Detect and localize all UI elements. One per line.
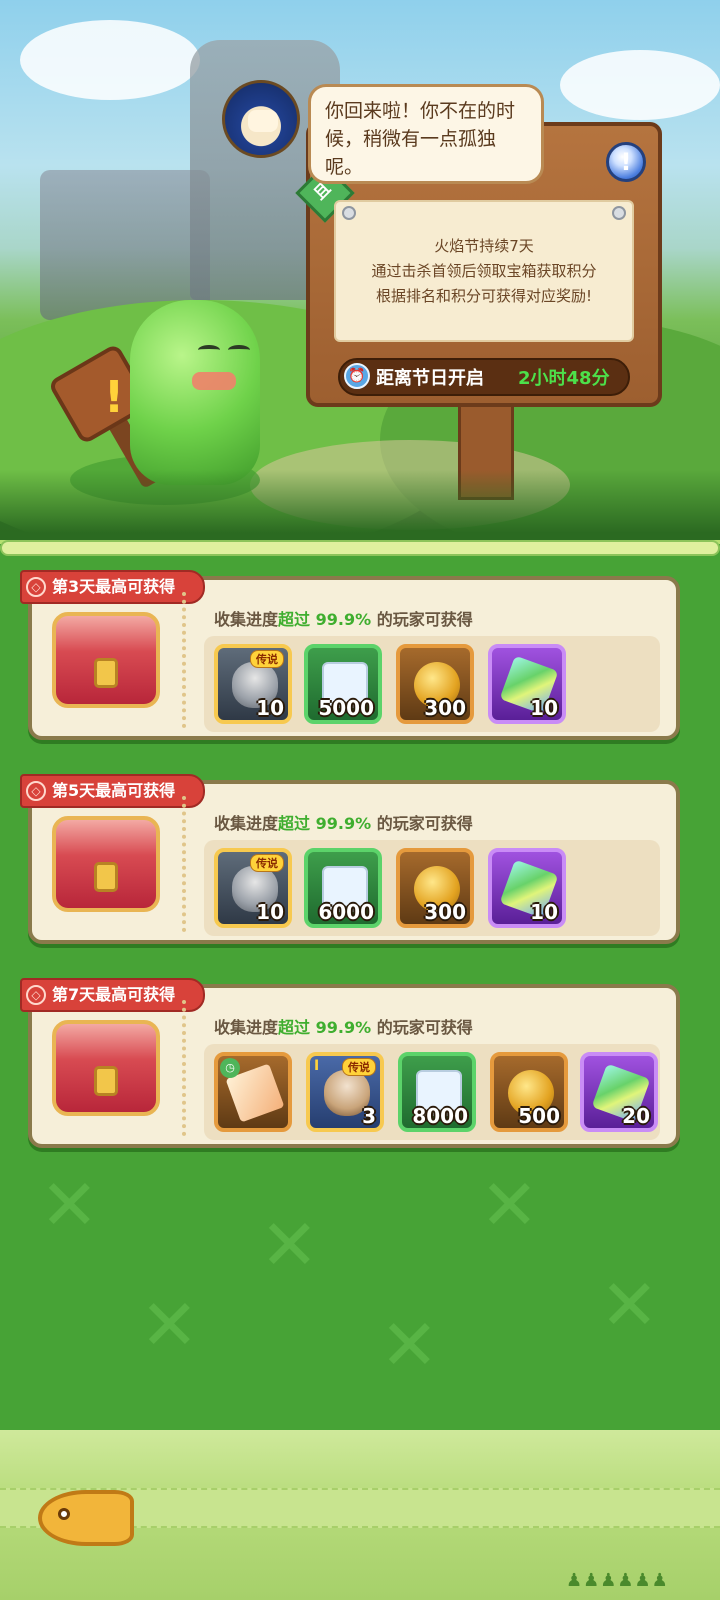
card-divider — [182, 1000, 186, 1136]
item-count: 20 — [622, 1104, 650, 1128]
ruins-background — [40, 170, 210, 320]
reward-item-scroll[interactable]: 8000 — [398, 1052, 476, 1132]
slime-mascot — [130, 300, 260, 485]
leaf-pattern: ✕ — [140, 1284, 199, 1366]
progress-prefix: 收集进度 — [214, 1018, 279, 1037]
legendary-tag: 传说 — [342, 1058, 376, 1076]
reward-item-hero-shard[interactable]: 传说 10 — [214, 644, 292, 724]
item-count: 500 — [518, 1104, 560, 1128]
event-description-line: 通过击杀首领后领取宝箱获取积分 — [371, 262, 597, 280]
progress-suffix: 的玩家可获得 — [376, 814, 473, 833]
reward-ribbon: 第5天最高可获得 — [20, 774, 205, 808]
progress-value: 99.9% — [315, 1018, 372, 1037]
pin-icon — [342, 206, 356, 220]
reward-item-coins[interactable]: 300 — [396, 848, 474, 928]
reward-item-gem[interactable]: 20 — [580, 1052, 658, 1132]
rank-badge: I — [314, 1058, 320, 1074]
event-description-line: 根据排名和积分可获得对应奖励! — [375, 287, 592, 305]
card-divider — [182, 592, 186, 728]
alarm-clock-icon: ⏰ — [344, 363, 370, 389]
reward-item-scroll[interactable]: 5000 — [304, 644, 382, 724]
info-button[interactable]: ! — [606, 142, 646, 182]
progress-highlight: 超过 — [278, 610, 311, 629]
legendary-tag: 传说 — [250, 854, 284, 872]
leaf-pattern: ✕ — [600, 1264, 659, 1346]
exclamation-icon: ! — [620, 148, 632, 176]
clock-icon: ◷ — [220, 1058, 240, 1078]
cloud — [560, 50, 720, 120]
npc-face — [248, 110, 278, 132]
reward-item-hero-shard[interactable]: 传说 10 — [214, 848, 292, 928]
reward-item-gem[interactable]: 10 — [488, 644, 566, 724]
chest-lock-icon — [94, 658, 118, 688]
progress-text: 收集进度超过 99.9% 的玩家可获得 — [214, 606, 473, 630]
progress-prefix: 收集进度 — [214, 814, 279, 833]
progress-text: 收集进度超过 99.9% 的玩家可获得 — [214, 1014, 473, 1038]
slime-eye — [228, 345, 250, 355]
leaf-pattern: ✕ — [480, 1164, 539, 1246]
reward-item-gem[interactable]: 10 — [488, 848, 566, 928]
reward-item-coins[interactable]: 500 — [490, 1052, 568, 1132]
pin-icon — [612, 206, 626, 220]
reward-ribbon: 第3天最高可获得 — [20, 570, 205, 604]
festival-scene: ! 且 ! 火焰节持续7天 通过击杀首领后领取宝箱获取积分 根据排名和积分可获得… — [0, 0, 720, 552]
cloud — [20, 20, 200, 100]
slime-eye — [198, 345, 220, 355]
reward-item-ticket[interactable]: ◷ — [214, 1052, 292, 1132]
event-description-line: 火焰节持续7天 — [434, 237, 534, 255]
progress-highlight: 超过 — [278, 814, 311, 833]
ribbon-icon: ◇ — [26, 985, 46, 1005]
card-divider — [182, 796, 186, 932]
leaf-pattern: ✕ — [40, 1164, 99, 1246]
item-count: 6000 — [318, 900, 374, 924]
progress-suffix: 的玩家可获得 — [376, 610, 473, 629]
chest-lock-icon — [94, 862, 118, 892]
item-count: 300 — [424, 900, 466, 924]
reward-item-hero[interactable]: I 传说 3 — [306, 1052, 384, 1132]
runner-silhouettes: ♟♟♟♟♟♟ — [566, 1570, 669, 1591]
progress-suffix: 的玩家可获得 — [376, 1018, 473, 1037]
progress-value: 99.9% — [315, 610, 372, 629]
reward-ribbon: 第7天最高可获得 — [20, 978, 205, 1012]
ribbon-icon: ◇ — [26, 577, 46, 597]
event-description-paper: 火焰节持续7天 通过击杀首领后领取宝箱获取积分 根据排名和积分可获得对应奖励! — [334, 200, 634, 342]
item-count: 300 — [424, 696, 466, 720]
progress-value: 99.9% — [315, 814, 372, 833]
item-count: 10 — [530, 900, 558, 924]
reward-item-scroll[interactable]: 6000 — [304, 848, 382, 928]
item-count: 5000 — [318, 696, 374, 720]
progress-text: 收集进度超过 99.9% 的玩家可获得 — [214, 810, 473, 834]
ribbon-icon: ◇ — [26, 781, 46, 801]
leaf-pattern: ✕ — [260, 1204, 319, 1286]
slime-blush — [192, 372, 236, 390]
item-count: 8000 — [412, 1104, 468, 1128]
npc-speech-bubble: 你回来啦！你不在的时候，稍微有一点孤独呢。 — [308, 84, 544, 184]
fish-eye — [58, 1508, 70, 1520]
panel-border-rope — [0, 540, 720, 556]
progress-highlight: 超过 — [278, 1018, 311, 1037]
countdown-value: 2小时48分 — [518, 368, 610, 389]
legendary-tag: 传说 — [250, 650, 284, 668]
chest-lock-icon — [94, 1066, 118, 1096]
countdown-label: 距离节日开启 — [376, 368, 484, 389]
item-count: 10 — [256, 696, 284, 720]
item-count: 3 — [362, 1104, 376, 1128]
leaf-pattern: ✕ — [380, 1304, 439, 1386]
warning-mark-icon: ! — [104, 372, 125, 423]
progress-prefix: 收集进度 — [214, 610, 279, 629]
fish-bone-icon[interactable] — [38, 1490, 134, 1546]
reward-item-coins[interactable]: 300 — [396, 644, 474, 724]
item-count: 10 — [256, 900, 284, 924]
item-count: 10 — [530, 696, 558, 720]
